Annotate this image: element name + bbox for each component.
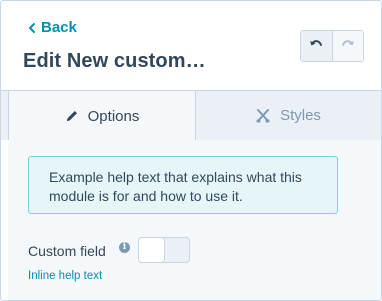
back-link[interactable]: Back xyxy=(26,19,77,36)
tab-styles[interactable]: Styles xyxy=(195,91,381,140)
toggle-knob xyxy=(138,237,165,263)
tab-options[interactable]: Options xyxy=(8,91,196,141)
custom-field-label: Custom field xyxy=(28,243,106,259)
redo-button[interactable] xyxy=(332,31,363,61)
options-body: Example help text that explains what thi… xyxy=(8,140,381,300)
undo-button[interactable] xyxy=(301,31,333,61)
chevron-left-icon xyxy=(26,21,38,35)
tab-options-label: Options xyxy=(87,107,140,125)
inline-help-text: Inline help text xyxy=(28,270,103,282)
page-title: Edit New custom… xyxy=(23,50,206,72)
undo-icon xyxy=(308,37,324,55)
help-text-box: Example help text that explains what thi… xyxy=(28,156,338,214)
info-icon[interactable]: i xyxy=(119,242,130,253)
editor-tabs: Options Styles xyxy=(1,90,381,141)
editor-header: Back Edit New custom… xyxy=(1,1,381,90)
history-controls xyxy=(300,30,364,62)
custom-field-toggle[interactable] xyxy=(138,237,190,263)
styles-icon xyxy=(255,108,271,124)
tab-styles-label: Styles xyxy=(280,107,321,124)
help-text: Example help text that explains what thi… xyxy=(49,169,302,204)
back-label: Back xyxy=(41,19,77,36)
module-editor-panel: Back Edit New custom… Options Styles Exa… xyxy=(0,0,382,301)
pencil-icon xyxy=(65,109,79,123)
redo-icon xyxy=(340,37,356,55)
